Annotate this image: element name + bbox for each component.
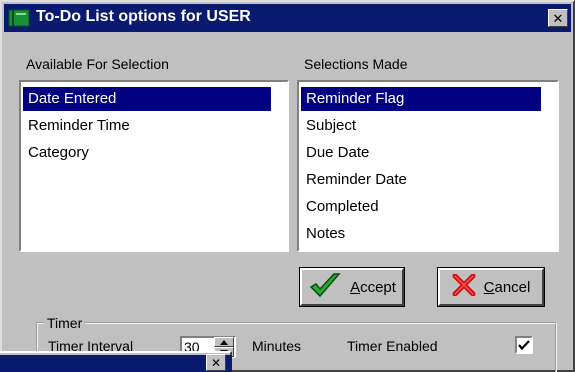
spin-up-icon[interactable] (214, 337, 234, 347)
red-x-icon (452, 273, 476, 300)
checkmark-icon (308, 271, 342, 303)
available-listbox[interactable]: Date Entered Reminder Time Category (19, 80, 289, 252)
selections-listbox[interactable]: Reminder Flag Subject Due Date Reminder Dat… (297, 80, 559, 252)
available-label: Available For Selection (26, 56, 169, 72)
accept-label: Accept (350, 278, 396, 296)
available-list-item[interactable]: Category (23, 141, 271, 165)
timer-enabled-label: Timer Enabled (347, 338, 438, 354)
selections-list-item[interactable]: Notes (301, 222, 541, 246)
minutes-label: Minutes (252, 338, 302, 354)
checkmark-glyph-icon (518, 339, 530, 350)
available-list-item[interactable]: Date Entered (23, 87, 271, 111)
overlapping-window-close-button[interactable]: ✕ (206, 354, 226, 371)
accept-button[interactable]: Accept (299, 267, 405, 307)
selections-list-item[interactable]: Due Date (301, 141, 541, 165)
timer-group-label: Timer (44, 315, 86, 331)
cancel-label: Cancel (483, 278, 531, 296)
overlapping-window-titlebar[interactable] (0, 355, 232, 372)
selections-list-item[interactable]: Reminder Flag (301, 87, 541, 111)
window-title: To-Do List options for USER (36, 8, 251, 25)
overlapping-window (0, 351, 232, 372)
close-button[interactable]: ✕ (548, 9, 568, 27)
timer-enabled-checkbox[interactable] (515, 336, 533, 354)
available-list-item[interactable]: Reminder Time (23, 114, 271, 138)
selections-list-item[interactable]: Reminder Date (301, 168, 541, 192)
selections-label: Selections Made (304, 56, 408, 72)
selections-list-item[interactable]: Completed (301, 195, 541, 219)
title-bar[interactable]: To-Do List options for USER ✕ (4, 4, 571, 32)
cancel-button[interactable]: Cancel (437, 267, 545, 307)
todo-options-dialog: To-Do List options for USER ✕ Available … (0, 0, 575, 372)
selections-list-item[interactable]: Subject (301, 114, 541, 138)
notebook-icon (8, 9, 30, 27)
